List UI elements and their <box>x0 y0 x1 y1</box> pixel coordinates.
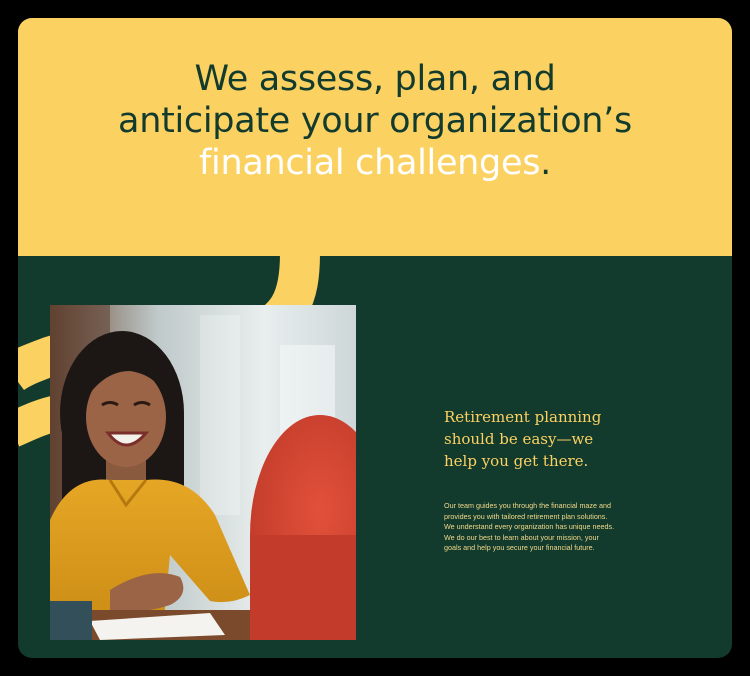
body-line-3: We understand every organization has uni… <box>444 522 615 531</box>
subhead-line-1: Retirement planning <box>444 408 602 426</box>
headline-line-2: anticipate your organization’s <box>118 101 632 141</box>
retirement-subhead: Retirement planning should be easy—we he… <box>444 406 644 472</box>
retirement-body-text: Our team guides you through the financia… <box>444 501 626 554</box>
content-card: We assess, plan, and anticipate your org… <box>18 18 732 658</box>
body-line-1: Our team guides you through the financia… <box>444 501 612 510</box>
headline-accent: financial challenges <box>199 143 541 183</box>
headline-line-1: We assess, plan, and <box>194 59 556 99</box>
smiling-woman-photo-icon <box>50 305 356 640</box>
body-line-5: goals and help you secure your financial… <box>444 543 595 552</box>
headline-period: . <box>540 143 551 183</box>
hero-headline: We assess, plan, and anticipate your org… <box>18 58 732 184</box>
subhead-line-3: help you get there. <box>444 452 589 470</box>
retirement-copy-block: Retirement planning should be easy—we he… <box>444 406 644 554</box>
body-line-4: We do our best to learn about your missi… <box>444 532 599 542</box>
hero-section: We assess, plan, and anticipate your org… <box>18 18 732 256</box>
team-member-photo <box>50 305 356 640</box>
body-line-2: provides you with tailored retirement pl… <box>444 511 608 521</box>
subhead-line-2: should be easy—we <box>444 430 594 448</box>
